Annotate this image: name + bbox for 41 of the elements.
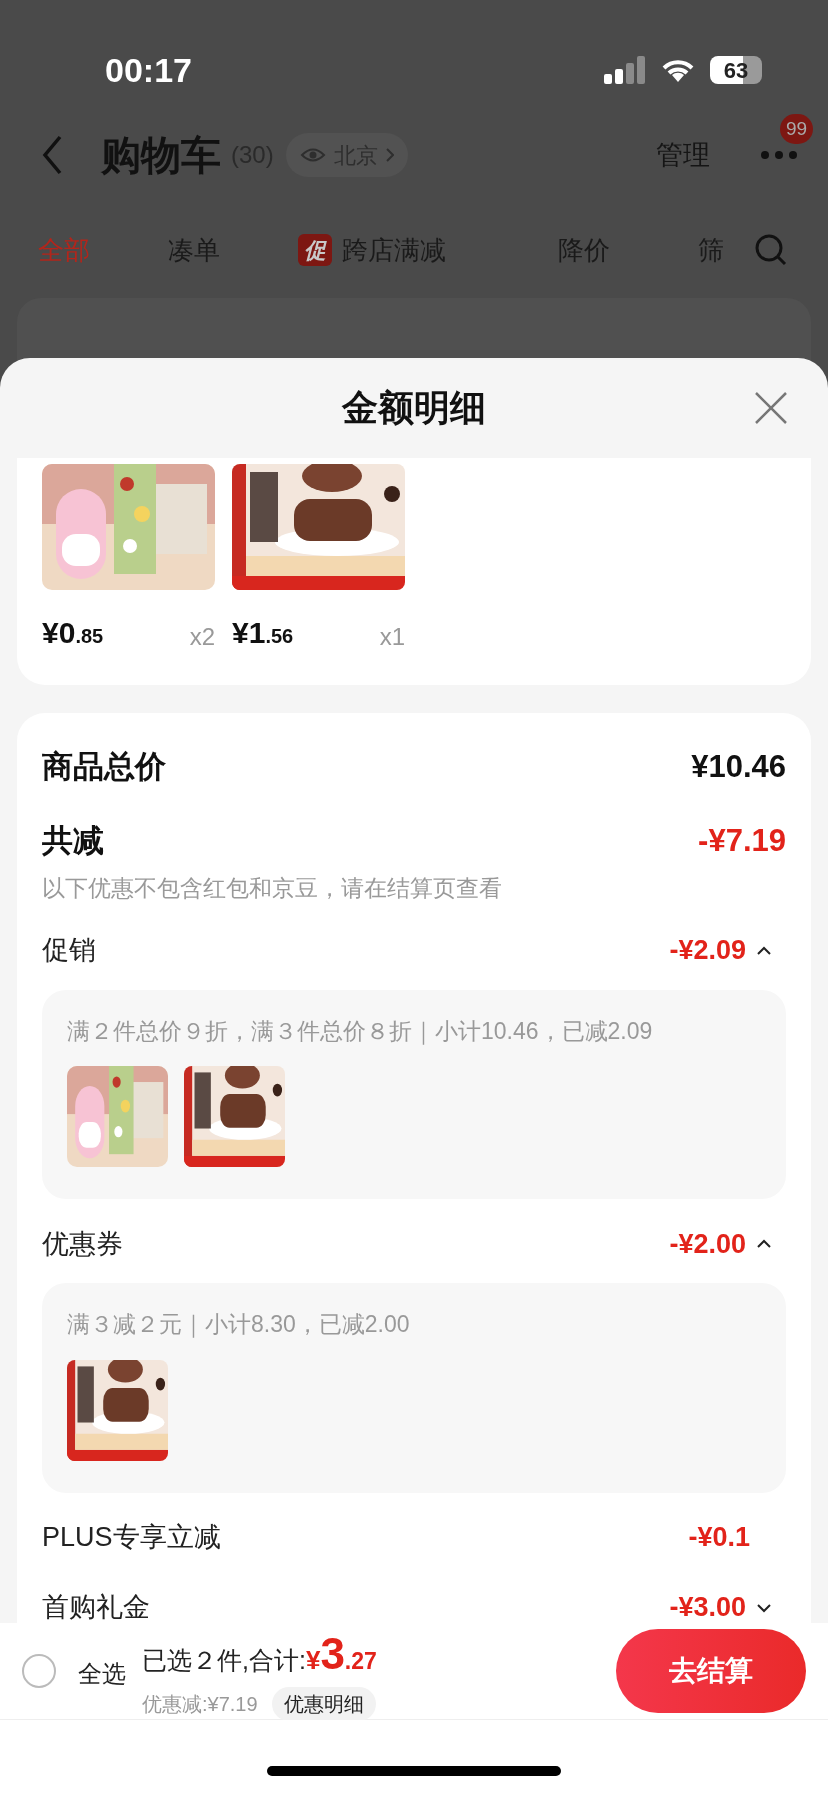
discount-value: -¥7.19 (698, 821, 786, 860)
total-label: 商品总价 (42, 747, 166, 786)
discount-amount: -¥2.00 (669, 1227, 746, 1261)
discount-type: 促销 (42, 934, 96, 968)
promo-tag: 促 (298, 234, 332, 266)
savings-text: 优惠减:¥7.19 (142, 1692, 258, 1717)
discount-type: 优惠券 (42, 1227, 123, 1261)
discount-type: PLUS专享立减 (42, 1521, 221, 1555)
collapse-icon[interactable] (756, 1239, 772, 1249)
page-title: 购物车 (101, 132, 221, 179)
checkout-button[interactable]: 去结算 (616, 1629, 806, 1713)
discount-note: 以下优惠不包含红包和京豆，请在结算页查看 (42, 874, 503, 903)
battery-level: 63 (710, 56, 762, 84)
select-all-checkbox[interactable]: 全选 (22, 1650, 126, 1692)
eye-icon (299, 146, 326, 164)
detail-text: 满３减２元｜小计8.30，已减2.00 (67, 1310, 411, 1340)
status-time: 00:17 (105, 49, 192, 91)
item-price: ¥0.85 (42, 615, 104, 651)
close-icon[interactable] (754, 391, 788, 425)
item-price: ¥1.56 (232, 615, 294, 651)
selected-summary: 已选２件,合计: (142, 1645, 306, 1676)
discount-amount: -¥3.00 (669, 1591, 746, 1623)
discount-type: 首购礼金 (42, 1591, 150, 1623)
item-quantity: x1 (379, 622, 405, 652)
chevron-right-icon (385, 148, 394, 162)
signal-icon (604, 56, 646, 84)
discount-amount: -¥0.1 (688, 1521, 750, 1555)
detail-text: 满２件总价９折，满３件总价８折｜小计10.46，已减2.09 (67, 1016, 654, 1047)
expand-icon[interactable] (756, 1602, 772, 1613)
total-price: ¥3.27 (305, 1628, 377, 1680)
search-icon[interactable] (754, 233, 788, 267)
collapse-icon[interactable] (756, 945, 772, 956)
more-icon[interactable] (760, 150, 798, 160)
discount-amount: -¥2.09 (669, 934, 746, 968)
notification-badge: 99 (780, 114, 814, 144)
total-value: ¥10.46 (691, 747, 786, 786)
sheet-title: 金额明细 (342, 386, 486, 430)
filter-tab[interactable]: 全部 (38, 230, 168, 270)
discount-detail-button[interactable]: 优惠明细 (271, 1687, 376, 1721)
discount-label: 共减 (42, 821, 104, 860)
item-quantity: x2 (189, 622, 215, 652)
